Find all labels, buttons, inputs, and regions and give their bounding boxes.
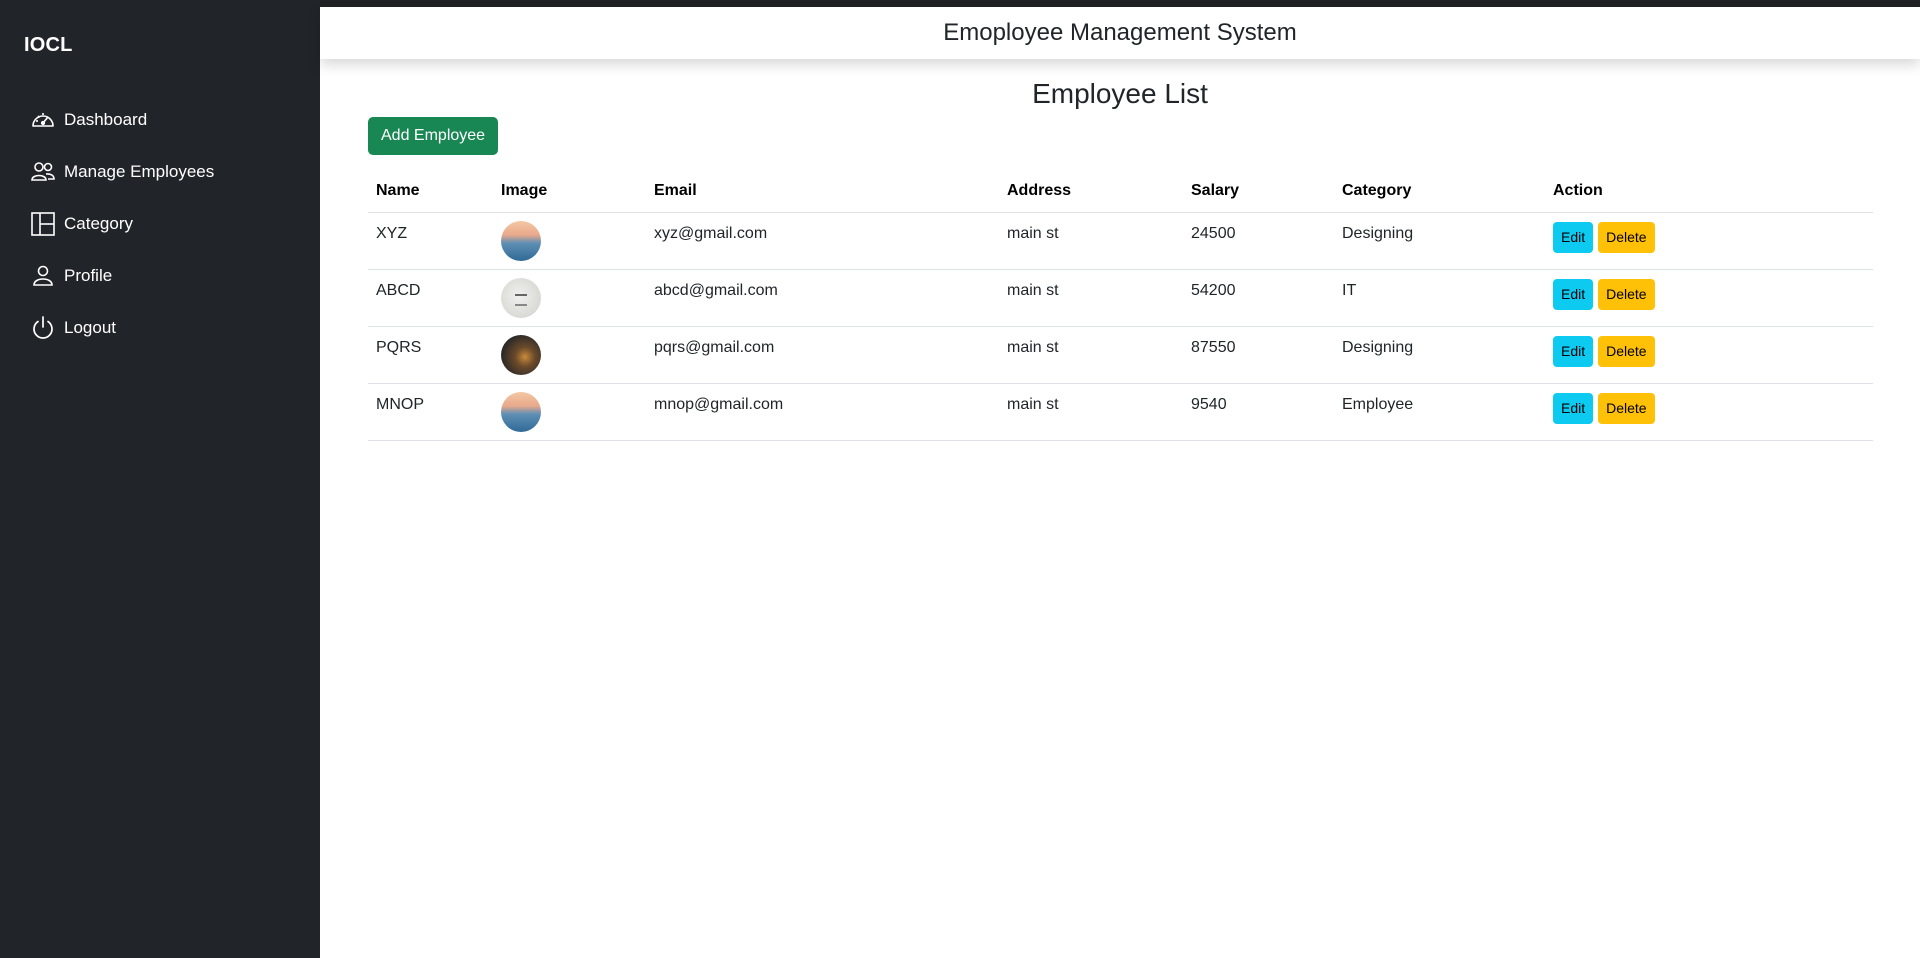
sidebar-item-label: Profile [64, 266, 113, 285]
employee-photo [501, 334, 541, 375]
delete-button[interactable]: Delete [1598, 335, 1655, 367]
cell-salary: 54200 [1183, 269, 1334, 327]
header-bar: Emoployee Management System [320, 7, 1920, 59]
column-header-image: Image [493, 171, 646, 213]
sidebar: IOCL Dashboard Manage Employees Category… [0, 0, 320, 958]
sidebar-nav: Dashboard Manage Employees Category Prof… [30, 94, 214, 354]
delete-button[interactable]: Delete [1598, 392, 1655, 424]
sidebar-item-label: Category [64, 214, 133, 233]
person-icon [30, 263, 56, 289]
table-row: XYZ xyz@gmail.com main st 24500 Designin… [368, 212, 1873, 270]
cell-email: mnop@gmail.com [646, 383, 999, 441]
edit-button[interactable]: Edit [1553, 278, 1594, 310]
table-row: MNOP mnop@gmail.com main st 9540 Employe… [368, 383, 1873, 441]
sidebar-item-profile[interactable]: Profile [30, 250, 214, 302]
column-header-name: Name [368, 171, 493, 213]
sidebar-item-label: Dashboard [64, 110, 148, 129]
cell-salary: 24500 [1183, 212, 1334, 270]
speedometer-icon [30, 107, 56, 133]
employee-table: Name Image Email Address Salary Category… [368, 171, 1873, 441]
browser-top-strip [320, 0, 1920, 7]
app-title: Emoployee Management System [943, 19, 1297, 46]
column-header-email: Email [646, 171, 999, 213]
cell-name: ABCD [368, 269, 493, 327]
cell-salary: 9540 [1183, 383, 1334, 441]
edit-button[interactable]: Edit [1553, 221, 1594, 253]
cell-address: main st [999, 269, 1183, 327]
people-icon [30, 159, 56, 185]
cell-email: pqrs@gmail.com [646, 326, 999, 384]
table-row: ABCD abcd@gmail.com main st 54200 IT Edi… [368, 269, 1873, 327]
edit-button[interactable]: Edit [1553, 335, 1594, 367]
sidebar-item-logout[interactable]: Logout [30, 302, 214, 354]
column-header-address: Address [999, 171, 1183, 213]
add-employee-button[interactable]: Add Employee [368, 117, 499, 155]
delete-button[interactable]: Delete [1598, 221, 1655, 253]
brand-logo-text[interactable]: IOCL [24, 34, 73, 57]
column-header-action: Action [1545, 171, 1873, 213]
sidebar-item-label: Manage Employees [64, 162, 215, 181]
column-header-salary: Salary [1183, 171, 1334, 213]
cell-name: MNOP [368, 383, 493, 441]
power-icon [30, 315, 56, 341]
cell-salary: 87550 [1183, 326, 1334, 384]
cell-address: main st [999, 383, 1183, 441]
employee-photo [501, 391, 541, 432]
cell-category: Designing [1334, 326, 1545, 384]
cell-email: xyz@gmail.com [646, 212, 999, 270]
layout-columns-icon [30, 211, 56, 237]
employee-photo [501, 277, 541, 318]
cell-name: PQRS [368, 326, 493, 384]
cell-email: abcd@gmail.com [646, 269, 999, 327]
sidebar-item-label: Logout [64, 318, 116, 337]
cell-address: main st [999, 326, 1183, 384]
column-header-category: Category [1334, 171, 1545, 213]
page-title: Employee List [1032, 78, 1208, 109]
cell-category: IT [1334, 269, 1545, 327]
cell-category: Designing [1334, 212, 1545, 270]
sidebar-item-dashboard[interactable]: Dashboard [30, 94, 214, 146]
cell-name: XYZ [368, 212, 493, 270]
main-content: Employee List Add Employee Name Image Em… [320, 59, 1920, 958]
sidebar-item-category[interactable]: Category [30, 198, 214, 250]
delete-button[interactable]: Delete [1598, 278, 1655, 310]
sidebar-item-manage-employees[interactable]: Manage Employees [30, 146, 214, 198]
cell-category: Employee [1334, 383, 1545, 441]
table-row: PQRS pqrs@gmail.com main st 87550 Design… [368, 326, 1873, 384]
table-header-row: Name Image Email Address Salary Category… [368, 171, 1873, 213]
cell-address: main st [999, 212, 1183, 270]
employee-photo [501, 220, 541, 261]
edit-button[interactable]: Edit [1553, 392, 1594, 424]
